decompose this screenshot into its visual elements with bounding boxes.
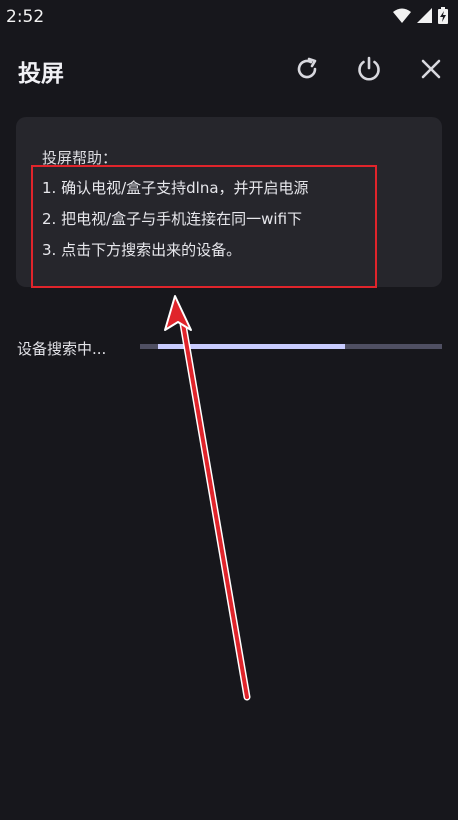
annotation-arrow <box>164 295 251 701</box>
